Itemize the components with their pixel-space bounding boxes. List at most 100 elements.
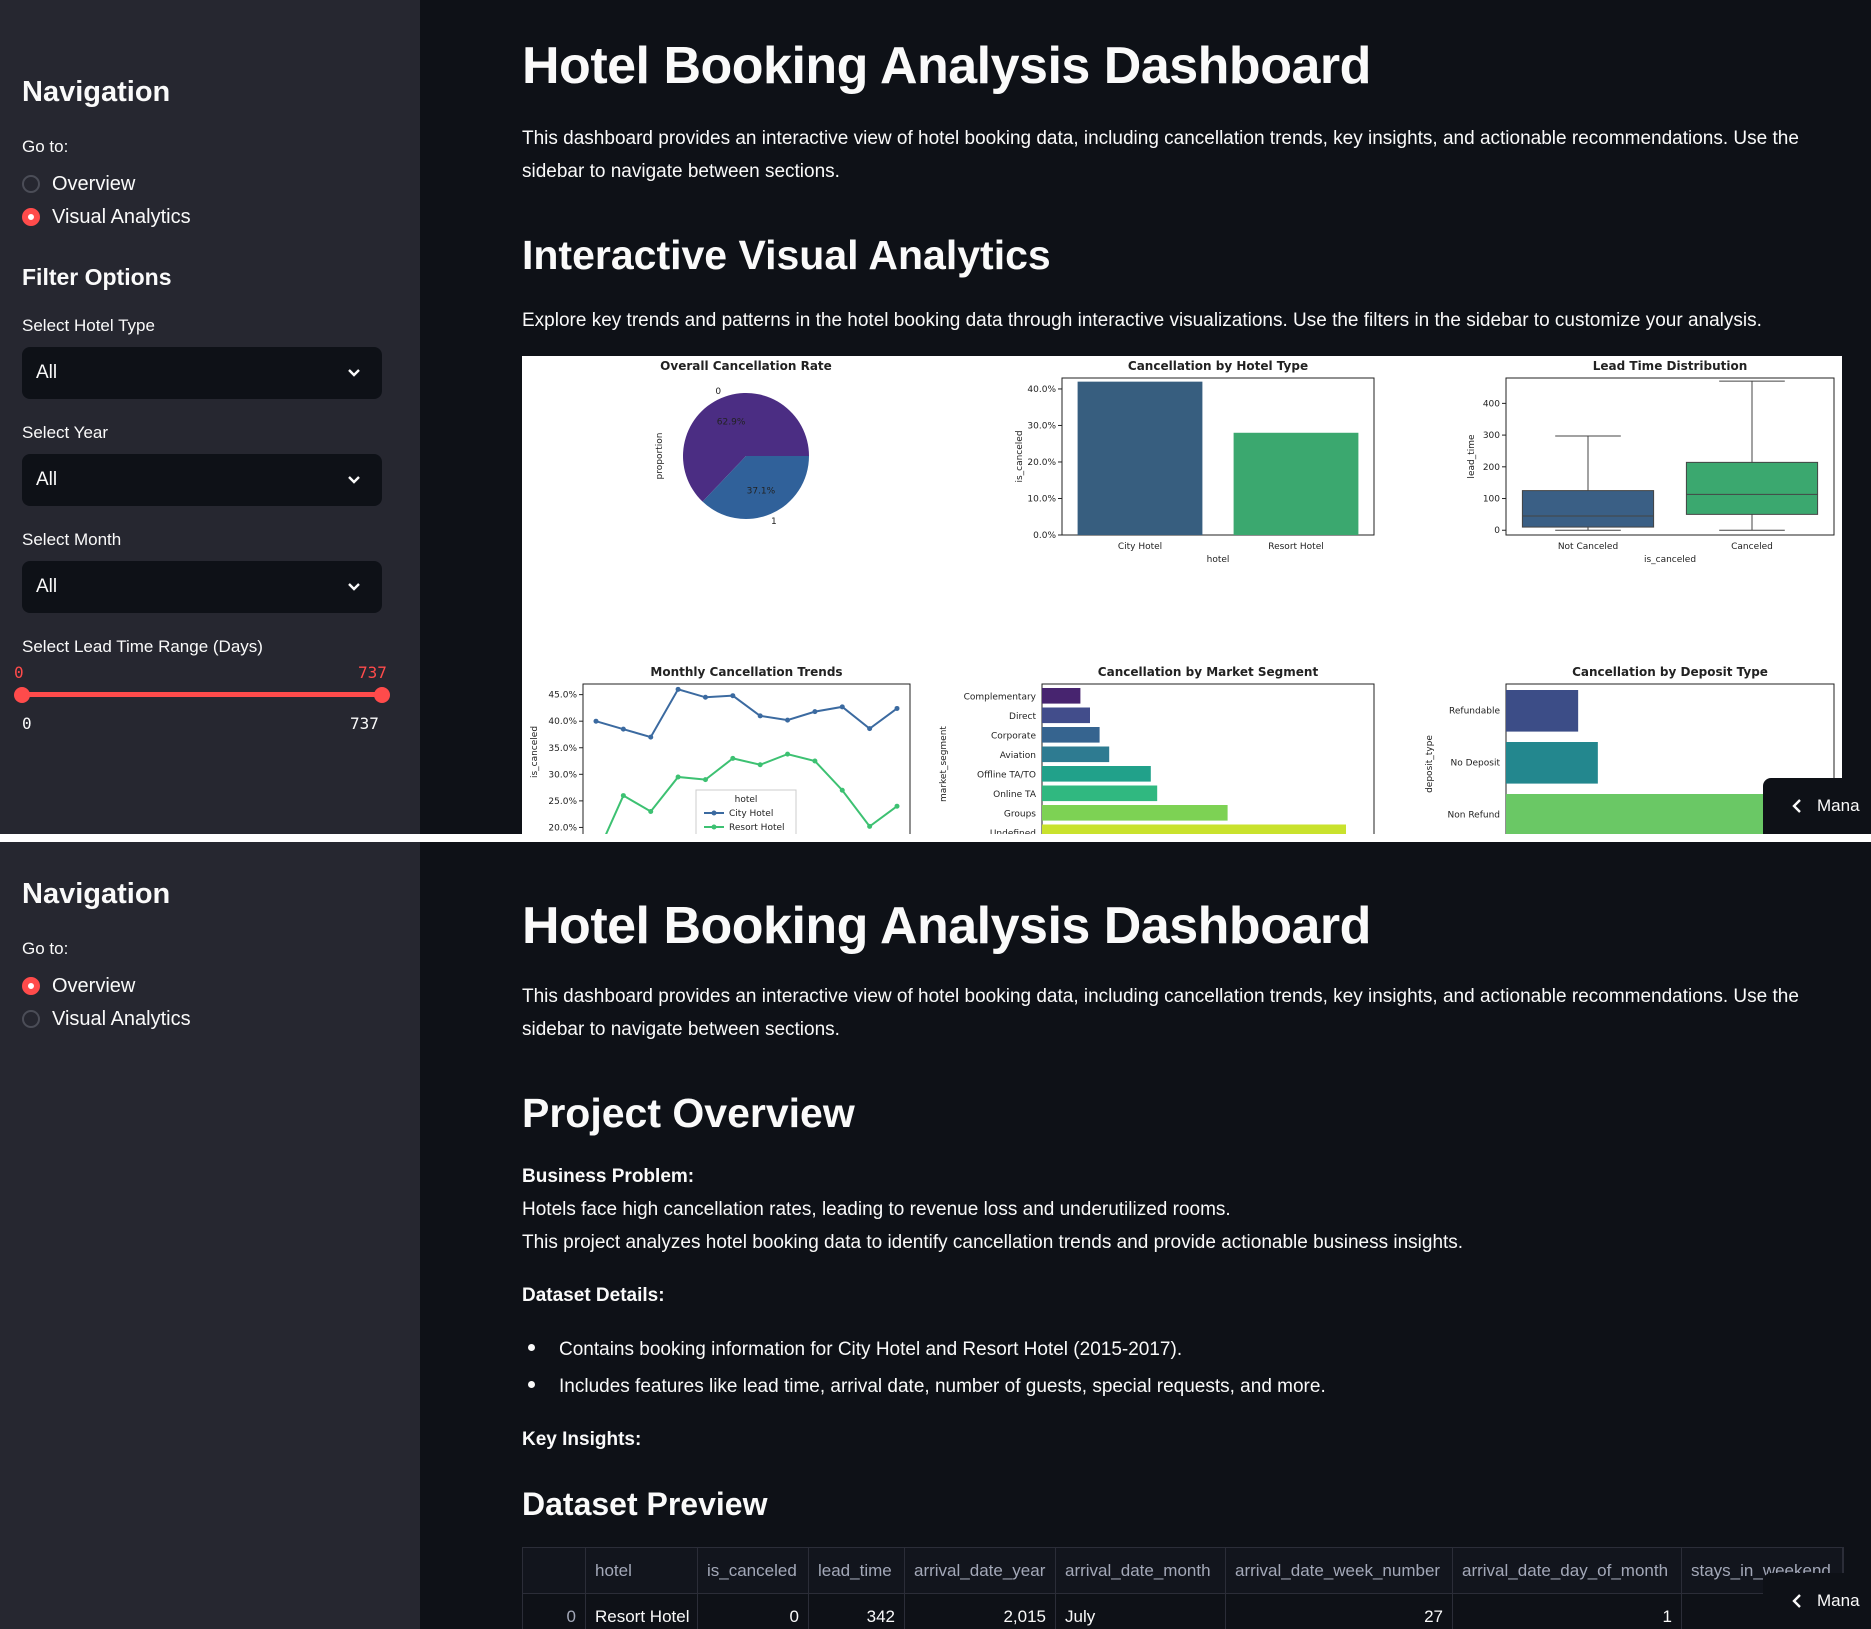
lead-time-slider-track[interactable]	[22, 692, 382, 697]
pie-value-label: 37.1%	[747, 487, 776, 497]
column-header[interactable]: arrival_date_month	[1056, 1548, 1226, 1593]
year-select[interactable]: All	[22, 454, 382, 506]
goto-label: Go to:	[22, 137, 69, 156]
pie-value-label: 62.9%	[717, 417, 746, 427]
lead-time-selected-min: 0	[14, 663, 24, 682]
lead-time-slider-min-handle[interactable]	[14, 687, 30, 703]
lead-time-selected-max: 737	[358, 663, 387, 682]
y-tick-label: 300	[1483, 431, 1500, 441]
column-header[interactable]: hotel	[586, 1548, 698, 1593]
y-tick-label: Offline TA/TO	[977, 771, 1036, 781]
manage-app-button[interactable]: Mana	[1763, 778, 1871, 834]
filter-options-title: Filter Options	[22, 264, 172, 290]
bullet-icon	[528, 1381, 535, 1389]
axis-label-y: deposit_type	[1425, 735, 1435, 793]
section-description: Explore key trends and patterns in the h…	[522, 310, 1762, 331]
main-content: Hotel Booking Analysis Dashboard This da…	[420, 0, 1871, 834]
y-tick-label: Groups	[1004, 810, 1036, 820]
y-tick-label: Aviation	[1000, 751, 1036, 761]
month-value: All	[36, 576, 58, 597]
nav-radio-overview[interactable]: Overview	[22, 169, 135, 199]
hotel-type-select[interactable]: All	[22, 347, 382, 399]
axis-label-y: is_canceled	[1015, 430, 1025, 482]
table-cell: July	[1056, 1594, 1226, 1629]
list-item-text: Contains booking information for City Ho…	[559, 1339, 1183, 1360]
month-select[interactable]: All	[22, 561, 382, 613]
table-cell: Resort Hotel	[586, 1594, 698, 1629]
data-point	[894, 705, 900, 711]
data-point	[785, 717, 791, 723]
data-point	[675, 774, 681, 780]
data-point	[648, 809, 654, 814]
column-header[interactable]: is_canceled	[698, 1548, 809, 1593]
page-title: Hotel Booking Analysis Dashboard	[522, 897, 1371, 955]
manage-app-button[interactable]: Mana	[1763, 1573, 1871, 1629]
column-header[interactable]	[523, 1548, 586, 1593]
radio-selected-icon	[22, 977, 40, 995]
chevron-left-icon	[1792, 1594, 1801, 1608]
table-cell: 0	[523, 1594, 586, 1629]
nav-radio-overview[interactable]: Overview	[22, 971, 135, 1001]
radio-unselected-icon	[22, 1010, 40, 1028]
dataset-details-heading: Dataset Details:	[522, 1285, 665, 1306]
y-tick-label: 10.0%	[1027, 494, 1056, 504]
charts-figure: Overall Cancellation Rate proportion 62.9%…	[530, 359, 1835, 834]
y-tick-label: 0.0%	[1033, 531, 1056, 541]
lead-time-slider-max-handle[interactable]	[374, 687, 390, 703]
y-tick-label: 45.0%	[548, 691, 577, 701]
business-problem-line: Hotels face high cancellation rates, lea…	[522, 1199, 1231, 1220]
data-point	[702, 694, 708, 700]
y-tick-label: 40.0%	[548, 717, 577, 727]
manage-app-label: Mana	[1817, 1591, 1860, 1610]
y-tick-label: Refundable	[1449, 706, 1500, 716]
lead-time-label: Select Lead Time Range (Days)	[22, 637, 263, 656]
axis-label-y: lead_time	[1467, 434, 1477, 479]
legend-title: hotel	[735, 795, 758, 805]
data-point	[702, 777, 708, 783]
dataset-preview-table[interactable]: hotel is_canceled lead_time arrival_date…	[522, 1547, 1844, 1629]
legend-label: City Hotel	[729, 809, 773, 819]
data-point	[730, 693, 736, 699]
bar	[1042, 688, 1081, 704]
nav-option-label: Visual Analytics	[52, 205, 191, 228]
y-tick-label: 30.0%	[548, 770, 577, 780]
column-header[interactable]: arrival_date_week_number	[1226, 1548, 1453, 1593]
data-point	[620, 793, 626, 799]
legend-marker	[711, 810, 717, 816]
nav-radio-visual-analytics[interactable]: Visual Analytics	[22, 1004, 191, 1034]
y-tick-label: 200	[1483, 463, 1500, 473]
list-item-text: Includes features like lead time, arriva…	[559, 1376, 1326, 1397]
list-item: Contains booking information for City Ho…	[528, 1339, 1182, 1361]
year-value: All	[36, 469, 58, 490]
sidebar: Navigation Go to: Overview Visual Analyt…	[0, 842, 420, 1629]
series-line	[595, 688, 898, 739]
y-tick-label: Complementary	[964, 693, 1037, 703]
manage-app-label: Mana	[1817, 796, 1860, 815]
column-header[interactable]: arrival_date_day_of_month	[1453, 1548, 1682, 1593]
charts-panel: Overall Cancellation Rate proportion 62.9%…	[522, 356, 1842, 834]
screenshot-overview: Navigation Go to: Overview Visual Analyt…	[0, 842, 1871, 1629]
bullet-icon	[528, 1344, 535, 1352]
chevron-down-icon	[348, 476, 360, 484]
legend-marker	[711, 824, 717, 830]
chart-title: Cancellation by Hotel Type	[1128, 359, 1308, 373]
column-header[interactable]: arrival_date_year	[905, 1548, 1056, 1593]
data-point	[867, 726, 873, 732]
nav-radio-visual-analytics[interactable]: Visual Analytics	[22, 202, 191, 232]
box	[1521, 490, 1655, 528]
nav-option-label: Overview	[52, 172, 136, 195]
x-tick-label: Resort Hotel	[1268, 542, 1324, 552]
y-tick-label: Non Refund	[1448, 810, 1500, 820]
data-point	[812, 709, 818, 715]
axis-label-x: is_canceled	[1644, 555, 1696, 565]
y-tick-label: No Deposit	[1450, 758, 1500, 768]
table-row[interactable]: 0 Resort Hotel 0 342 2,015 July 27 1	[523, 1594, 1843, 1629]
x-tick-label: City Hotel	[1118, 542, 1162, 552]
pie-category-label: 1	[771, 517, 777, 527]
y-tick-label: 30.0%	[1027, 421, 1056, 431]
hotel-type-label: Select Hotel Type	[22, 316, 155, 335]
column-header[interactable]: lead_time	[809, 1548, 905, 1593]
month-label: Select Month	[22, 530, 122, 549]
radio-unselected-icon	[22, 175, 40, 193]
y-tick-label: 20.0%	[1027, 458, 1056, 468]
